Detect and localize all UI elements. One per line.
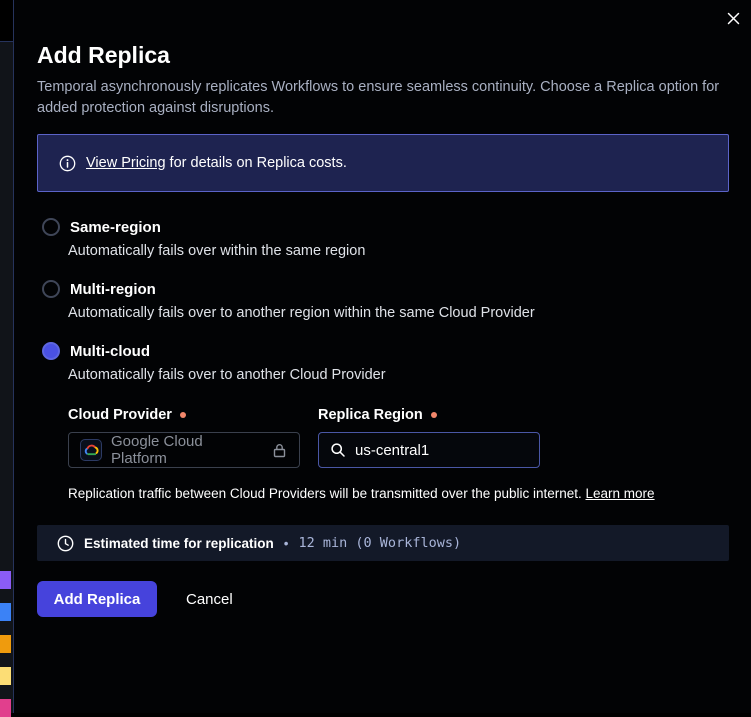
required-dot (431, 412, 437, 418)
search-icon (330, 442, 346, 458)
multi-cloud-settings: Cloud Provider (68, 407, 729, 501)
background-page-edge (0, 0, 14, 713)
option-multi-cloud: Multi-cloud Automatically fails over to … (37, 342, 729, 501)
option-description: Automatically fails over to another Clou… (68, 367, 729, 383)
replica-region-field: Replica Region (318, 407, 540, 468)
pricing-info-banner: View Pricing for details on Replica cost… (37, 134, 729, 192)
view-pricing-link[interactable]: View Pricing (86, 155, 166, 171)
page-title: Add Replica (37, 43, 729, 68)
color-stripe (0, 667, 11, 685)
radio-same-region[interactable] (42, 218, 60, 236)
option-description: Automatically fails over to another regi… (68, 305, 729, 321)
option-label: Multi-cloud (70, 343, 150, 360)
cloud-provider-label: Cloud Provider (68, 407, 300, 423)
replica-region-searchbox (318, 432, 540, 468)
lock-icon (271, 442, 288, 459)
modal-description: Temporal asynchronously replicates Workf… (37, 77, 729, 118)
cloud-provider-select: Google Cloud Platform (68, 432, 300, 468)
replica-region-input[interactable] (355, 442, 554, 459)
estimate-separator: • (284, 536, 289, 551)
option-label: Multi-region (70, 281, 156, 298)
estimate-banner: Estimated time for replication • 12 min … (37, 525, 729, 561)
option-multi-region: Multi-region Automatically fails over to… (37, 280, 729, 321)
learn-more-link[interactable]: Learn more (586, 486, 655, 501)
option-description: Automatically fails over within the same… (68, 243, 729, 259)
replica-region-label: Replica Region (318, 407, 540, 423)
public-internet-note: Replication traffic between Cloud Provid… (68, 486, 729, 501)
color-stripe (0, 571, 11, 589)
color-stripe (0, 635, 11, 653)
note-text: Replication traffic between Cloud Provid… (68, 486, 586, 501)
info-icon (59, 155, 76, 172)
cloud-provider-field: Cloud Provider (68, 407, 300, 468)
close-button[interactable] (724, 9, 742, 27)
field-label-text: Cloud Provider (68, 407, 172, 423)
replica-option-group: Same-region Automatically fails over wit… (37, 218, 729, 501)
color-stripe (0, 603, 11, 621)
modal-actions: Add Replica Cancel (37, 581, 729, 617)
required-dot (180, 412, 186, 418)
banner-text: View Pricing for details on Replica cost… (86, 155, 347, 171)
option-same-region: Same-region Automatically fails over wit… (37, 218, 729, 259)
radio-multi-cloud[interactable] (42, 342, 60, 360)
banner-text-rest: for details on Replica costs. (166, 155, 347, 171)
color-stripe (0, 699, 11, 717)
field-label-text: Replica Region (318, 407, 423, 423)
google-cloud-logo-icon (80, 439, 102, 461)
background-border-horizontal (0, 41, 13, 42)
cancel-button[interactable]: Cancel (186, 591, 233, 608)
add-replica-button[interactable]: Add Replica (37, 581, 157, 617)
clock-icon (57, 535, 74, 552)
radio-multi-region[interactable] (42, 280, 60, 298)
close-icon (726, 11, 741, 26)
cloud-provider-value: Google Cloud Platform (111, 433, 262, 467)
estimate-value: 12 min (0 Workflows) (299, 535, 462, 551)
add-replica-modal: Add Replica Temporal asynchronously repl… (14, 0, 751, 713)
estimate-label: Estimated time for replication (84, 536, 274, 551)
option-label: Same-region (70, 219, 161, 236)
